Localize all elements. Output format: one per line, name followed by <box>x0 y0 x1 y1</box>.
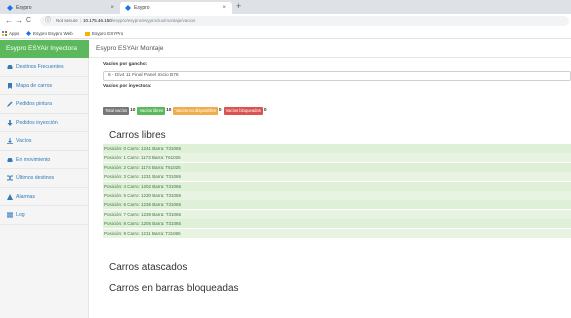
sidebar: Esypro ESYAir Inyectora Destinos Frecuen… <box>0 40 89 318</box>
security-label: Not secure <box>56 18 78 23</box>
browser-tab-1[interactable]: Esypro × <box>2 2 120 14</box>
new-tab-button[interactable]: + <box>236 1 241 11</box>
list-item: Posición: 7 Carro: 1239 Barra: T31065 <box>103 209 571 219</box>
blocked-badge: Vacíos bloqueados <box>223 107 263 115</box>
list-item: Posición: 4 Carro: 1202 Barra: T31065 <box>103 181 571 191</box>
bookmark-label: Apps <box>9 31 20 36</box>
sidebar-item-label: Destinos Frecuentes <box>16 64 64 70</box>
hook-label: Vacíos por gancho: <box>103 62 148 67</box>
bookmarks-bar: Apps Esypro Esypro Web Esypro ESYPro <box>0 28 571 39</box>
sidebar-item-pedidos-pintura[interactable]: Pedidos pintura <box>0 95 89 114</box>
close-tab-icon[interactable]: × <box>222 2 226 14</box>
sidebar-item-ultimos-destinos[interactable]: Últimos destinos <box>0 169 89 188</box>
sidebar-item-label: Log <box>16 212 25 218</box>
sidebar-item-log[interactable]: Log <box>0 206 89 225</box>
list-item: Posición: 1 Carro: 1173 Barra: T61025 <box>103 153 571 163</box>
list-item: Posición: 5 Carro: 1230 Barra: T31065 <box>103 190 571 200</box>
list-item: Posición: 3 Carro: 1231 Barra: T31065 <box>103 172 571 182</box>
list-icon <box>7 212 13 218</box>
bookmark-label: Esypro Esypro Web <box>33 31 73 36</box>
list-item: Posición: 6 Carro: 1236 Barra: T31065 <box>103 200 571 210</box>
unavailable-badge: Vacíos no disponibles <box>173 107 218 115</box>
apps-grid-icon <box>2 31 7 36</box>
list-item: Posición: 0 Carro: 1241 Barra: T31065 <box>103 144 571 153</box>
shuffle-icon <box>7 175 13 181</box>
hook-select[interactable]: 6 - Div4 11 Final Panel Inicio B76 <box>103 71 571 81</box>
esypro-favicon-icon <box>26 31 31 36</box>
esypro-favicon-icon <box>7 5 13 11</box>
total-badge: Total vacíos <box>103 107 130 115</box>
url-separator: | <box>79 18 81 23</box>
brand-title[interactable]: Esypro ESYAir Inyectora <box>0 40 89 58</box>
injector-label: Vacíos por inyectora: <box>103 84 152 89</box>
close-tab-icon[interactable]: × <box>110 2 114 14</box>
free-cars-list: Posición: 0 Carro: 1241 Barra: T31065 Po… <box>103 144 571 238</box>
url-host: 10.175.46.150 <box>82 18 112 23</box>
info-icon[interactable]: ⓘ <box>45 16 51 26</box>
download-icon <box>7 138 13 144</box>
url-path: /esypro/esypro/esyproclus/montaje/vacios <box>111 18 196 23</box>
bookmark-esypro-web[interactable]: Esypro Esypro Web <box>26 28 73 39</box>
bookmark-apps[interactable]: Apps <box>2 28 19 39</box>
esypro-favicon-icon <box>125 5 131 11</box>
tab-title: Esypro <box>16 5 32 11</box>
bookmark-label: Esypro ESYPro <box>92 31 124 36</box>
warning-icon <box>7 193 13 200</box>
free-badge: Vacíos libres <box>137 107 166 115</box>
unavailable-count: 0 <box>218 108 222 113</box>
sidebar-item-mapa-de-carros[interactable]: Mapa de carros <box>0 77 89 95</box>
bookmark-icon <box>8 82 12 89</box>
list-item: Posición: 9 Carro: 1211 Barra: T31065 <box>103 228 571 238</box>
sidebar-item-label: Últimos destinos <box>16 175 55 181</box>
sidebar-item-label: Vacíos <box>16 138 32 144</box>
total-count: 10 <box>130 108 136 113</box>
list-item: Posición: 8 Carro: 1205 Barra: T31065 <box>103 219 571 229</box>
blocked-cars-title: Carros en barras bloqueadas <box>109 283 239 294</box>
free-count: 10 <box>166 108 172 113</box>
car-icon <box>7 157 13 162</box>
free-cars-title: Carros libres <box>109 130 166 141</box>
arrow-down-icon <box>7 119 13 126</box>
back-arrow-icon[interactable]: ← <box>5 16 13 26</box>
browser-tab-2[interactable]: Esypro × <box>120 2 232 14</box>
sidebar-item-label: En movimiento <box>16 156 51 163</box>
sidebar-menu: Destinos Frecuentes Mapa de carros Pedid… <box>0 58 89 225</box>
tab-title: Esypro <box>134 5 150 11</box>
sidebar-item-destinos-frecuentes[interactable]: Destinos Frecuentes <box>0 58 89 77</box>
sidebar-item-label: Pedidos inyección <box>16 119 58 126</box>
sidebar-item-pedidos-inyeccion[interactable]: Pedidos inyección <box>0 114 89 132</box>
sidebar-item-vacios[interactable]: Vacíos <box>0 132 89 151</box>
bookmark-esypro[interactable]: Esypro ESYPro <box>85 28 123 39</box>
sidebar-item-label: Pedidos pintura <box>16 101 53 107</box>
list-item: Posición: 2 Carro: 1174 Barra: T61025 <box>103 162 571 172</box>
pencil-icon <box>7 101 13 107</box>
status-badges: Total vacíos 10 Vacíos libres 10 Vacíos no d… <box>103 107 269 115</box>
folder-icon <box>85 32 90 36</box>
browser-tab-strip: Esypro × Esypro × + <box>0 0 571 14</box>
blocked-count: 0 <box>263 108 267 113</box>
reload-icon[interactable]: C <box>26 16 31 26</box>
address-bar[interactable]: ⓘ Not secure | 10.175.46.150/esypro/esypro… <box>40 16 569 26</box>
browser-toolbar: ← → C ⓘ Not secure | 10.175.46.150/esypro/… <box>0 14 571 28</box>
sidebar-item-en-movimiento[interactable]: En movimiento <box>0 151 89 169</box>
sidebar-item-label: Mapa de carros <box>16 82 53 89</box>
car-icon <box>7 65 13 69</box>
stuck-cars-title: Carros atascados <box>109 262 188 273</box>
sidebar-item-alarmas[interactable]: Alarmas <box>0 188 89 206</box>
sidebar-item-label: Alarmas <box>16 193 36 200</box>
page-header: Esypro ESYAir Montaje <box>89 40 571 58</box>
forward-arrow-icon[interactable]: → <box>15 16 23 26</box>
